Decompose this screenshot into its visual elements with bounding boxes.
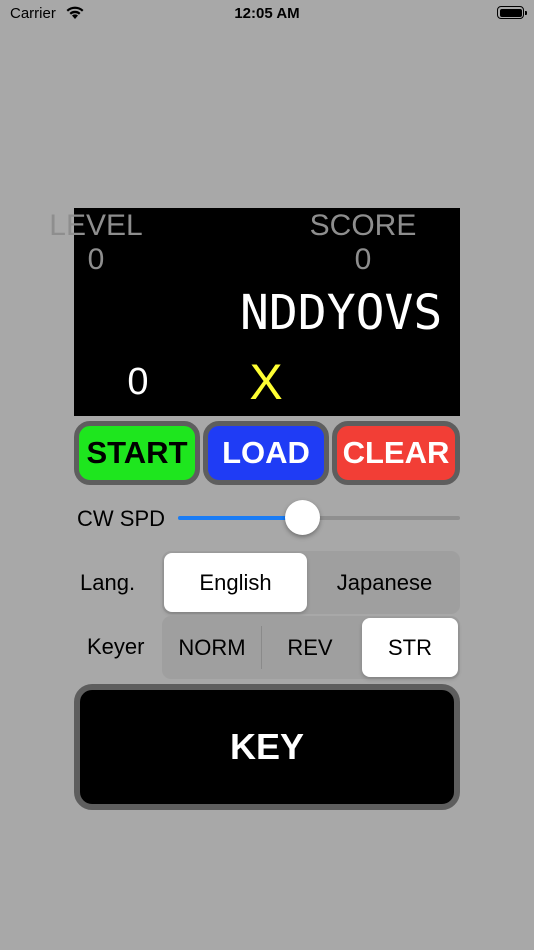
level-label: LEVEL (49, 209, 143, 242)
language-label: Lang. (80, 570, 136, 595)
slider-thumb[interactable] (284, 500, 320, 535)
keyer-option-str[interactable]: STR (362, 618, 458, 677)
cw-text: NDDYOVS (240, 285, 443, 341)
start-button[interactable]: START (74, 421, 200, 485)
language-option-japanese[interactable]: Japanese (311, 551, 458, 614)
clear-button[interactable]: CLEAR (332, 421, 460, 485)
clock: 12:05 AM (234, 5, 300, 22)
slider-fill (178, 516, 303, 520)
keyer-label: Keyer (87, 634, 145, 659)
load-button[interactable]: LOAD (203, 421, 329, 485)
cw-speed-label: CW SPD (77, 506, 165, 531)
keyer-option-norm[interactable]: NORM (164, 616, 260, 679)
score-value: 0 (354, 243, 372, 276)
language-segmented-control: English Japanese (162, 551, 460, 614)
result-mark: X (249, 354, 283, 410)
level-value: 0 (87, 243, 105, 276)
keyer-segmented-control: NORM REV STR (162, 616, 460, 679)
count-value: 0 (127, 361, 149, 403)
key-button[interactable]: KEY (74, 684, 460, 810)
score-label: SCORE (309, 209, 417, 242)
keyer-option-rev[interactable]: REV (262, 616, 358, 679)
battery-icon (497, 6, 527, 19)
status-bar: Carrier 12:05 AM (0, 0, 534, 28)
language-option-english[interactable]: English (164, 553, 307, 612)
